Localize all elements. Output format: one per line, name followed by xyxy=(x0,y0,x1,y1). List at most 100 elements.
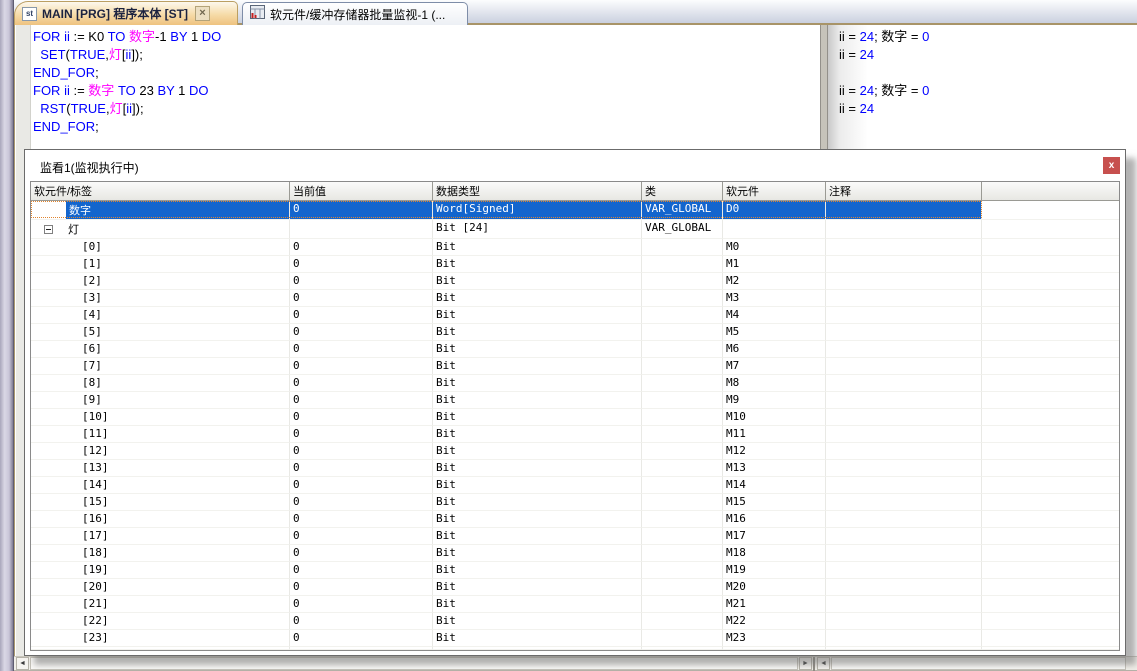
watch-cell-class[interactable] xyxy=(642,409,723,426)
watch-cell-value[interactable]: 0 xyxy=(290,562,433,579)
watch-cell-name[interactable]: [4] xyxy=(31,307,290,324)
watch-cell-value[interactable]: 0 xyxy=(290,201,433,220)
watch-cell-class[interactable] xyxy=(642,443,723,460)
watch-table-row[interactable]: [20]0BitM20 xyxy=(31,579,1119,596)
watch-cell-value[interactable]: 0 xyxy=(290,511,433,528)
watch-cell-type[interactable]: Bit xyxy=(433,443,642,460)
watch-cell-value[interactable]: 0 xyxy=(290,409,433,426)
watch-cell-device[interactable]: M8 xyxy=(723,375,826,392)
watch-cell-value[interactable]: 0 xyxy=(290,324,433,341)
watch-cell-type[interactable]: Bit xyxy=(433,358,642,375)
watch-cell-comment[interactable] xyxy=(826,239,982,256)
watch-cell-device[interactable]: M22 xyxy=(723,613,826,630)
watch-cell-type[interactable]: Bit xyxy=(433,630,642,647)
watch-cell-comment[interactable] xyxy=(826,220,982,239)
watch-cell-name[interactable]: [3] xyxy=(31,290,290,307)
watch-table-row[interactable]: [2]0BitM2 xyxy=(31,273,1119,290)
watch-cell-value[interactable]: 0 xyxy=(290,239,433,256)
watch-cell-class[interactable] xyxy=(642,256,723,273)
watch-cell-type[interactable]: Bit xyxy=(433,341,642,358)
watch-cell-name[interactable]: [11] xyxy=(31,426,290,443)
watch-cell-class[interactable] xyxy=(642,426,723,443)
code-line[interactable]: RST(TRUE,灯[ii]); xyxy=(33,100,221,118)
horizontal-scrollbar[interactable]: ◄ ► ◄ xyxy=(14,656,1137,671)
watch-cell-name[interactable]: [15] xyxy=(31,494,290,511)
watch-cell-type[interactable]: Bit [24] xyxy=(433,220,642,239)
watch-cell-value[interactable]: 0 xyxy=(290,528,433,545)
watch-cell-device[interactable]: M4 xyxy=(723,307,826,324)
watch-table-row[interactable]: [8]0BitM8 xyxy=(31,375,1119,392)
watch-table-row[interactable]: [17]0BitM17 xyxy=(31,528,1119,545)
watch-table-row[interactable]: [5]0BitM5 xyxy=(31,324,1119,341)
watch-cell-class[interactable] xyxy=(642,579,723,596)
watch-cell-comment[interactable] xyxy=(826,358,982,375)
watch-cell-comment[interactable] xyxy=(826,528,982,545)
watch-table-row[interactable]: [4]0BitM4 xyxy=(31,307,1119,324)
watch-cell-class[interactable] xyxy=(642,392,723,409)
watch-cell-device[interactable] xyxy=(723,220,826,239)
watch-cell-value[interactable]: 0 xyxy=(290,426,433,443)
watch-cell-device[interactable]: M14 xyxy=(723,477,826,494)
watch-cell-type[interactable]: Bit xyxy=(433,239,642,256)
watch-cell-name[interactable]: [6] xyxy=(31,341,290,358)
watch-cell-value[interactable]: 0 xyxy=(290,613,433,630)
watch-cell-device[interactable]: M11 xyxy=(723,426,826,443)
watch-cell-value[interactable]: 0 xyxy=(290,392,433,409)
watch-cell-comment[interactable] xyxy=(826,630,982,647)
watch-cell-device[interactable]: M0 xyxy=(723,239,826,256)
watch-cell-name[interactable]: [1] xyxy=(31,256,290,273)
scroll-thumb[interactable] xyxy=(30,657,798,670)
watch-cell-comment[interactable] xyxy=(826,426,982,443)
watch-cell-type[interactable]: Bit xyxy=(433,596,642,613)
watch-cell-value[interactable] xyxy=(290,220,433,239)
watch-cell-name[interactable]: [5] xyxy=(31,324,290,341)
watch-cell-name[interactable]: [9] xyxy=(31,392,290,409)
watch-table-row[interactable]: [12]0BitM12 xyxy=(31,443,1119,460)
watch-column-header[interactable]: 类 xyxy=(642,182,723,200)
watch-cell-comment[interactable] xyxy=(826,409,982,426)
watch-column-header[interactable]: 注释 xyxy=(826,182,982,200)
watch-cell-class[interactable] xyxy=(642,545,723,562)
watch-cell-class[interactable]: VAR_GLOBAL xyxy=(642,201,723,220)
watch-cell-comment[interactable] xyxy=(826,443,982,460)
watch-cell-comment[interactable] xyxy=(826,562,982,579)
watch-cell-class[interactable] xyxy=(642,562,723,579)
watch-cell-class[interactable] xyxy=(642,630,723,647)
watch-cell-type[interactable]: Bit xyxy=(433,562,642,579)
watch-cell-value[interactable]: 0 xyxy=(290,630,433,647)
watch-cell-value[interactable]: 0 xyxy=(290,341,433,358)
watch-cell-name[interactable]: [14] xyxy=(31,477,290,494)
watch-cell-device[interactable]: M18 xyxy=(723,545,826,562)
watch-column-header[interactable]: 软元件 xyxy=(723,182,826,200)
watch-cell-comment[interactable] xyxy=(826,545,982,562)
watch-cell-device[interactable]: M16 xyxy=(723,511,826,528)
watch-cell-value[interactable]: 0 xyxy=(290,596,433,613)
watch-cell-value[interactable]: 0 xyxy=(290,307,433,324)
watch-cell-class[interactable] xyxy=(642,494,723,511)
watch-cell-type[interactable]: Bit xyxy=(433,256,642,273)
watch-cell-type[interactable]: Bit xyxy=(433,290,642,307)
watch-cell-type[interactable]: Bit xyxy=(433,545,642,562)
watch-table-row[interactable]: [23]0BitM23 xyxy=(31,630,1119,647)
watch-cell-comment[interactable] xyxy=(826,579,982,596)
watch-cell-name[interactable]: [10] xyxy=(31,409,290,426)
watch-cell-class[interactable]: VAR_GLOBAL xyxy=(642,220,723,239)
watch-cell-value[interactable]: 0 xyxy=(290,256,433,273)
watch-cell-class[interactable] xyxy=(642,375,723,392)
watch-cell-name[interactable]: [7] xyxy=(31,358,290,375)
watch-table-row[interactable]: [11]0BitM11 xyxy=(31,426,1119,443)
monitor-scroll-thumb[interactable] xyxy=(831,657,1126,670)
watch-cell-device[interactable]: M13 xyxy=(723,460,826,477)
watch-cell-name[interactable]: 灯 xyxy=(31,220,290,239)
watch-column-header[interactable]: 数据类型 xyxy=(433,182,642,200)
watch-cell-name[interactable]: [22] xyxy=(31,613,290,630)
watch-cell-comment[interactable] xyxy=(826,596,982,613)
watch-column-header[interactable]: 软元件/标签 xyxy=(31,182,290,200)
watch-cell-device[interactable]: M2 xyxy=(723,273,826,290)
watch-cell-device[interactable]: M20 xyxy=(723,579,826,596)
watch-cell-type[interactable]: Bit xyxy=(433,511,642,528)
watch-cell-name[interactable]: [13] xyxy=(31,460,290,477)
watch-table-row[interactable]: [15]0BitM15 xyxy=(31,494,1119,511)
watch-cell-type[interactable]: Bit xyxy=(433,460,642,477)
watch-cell-value[interactable]: 0 xyxy=(290,494,433,511)
